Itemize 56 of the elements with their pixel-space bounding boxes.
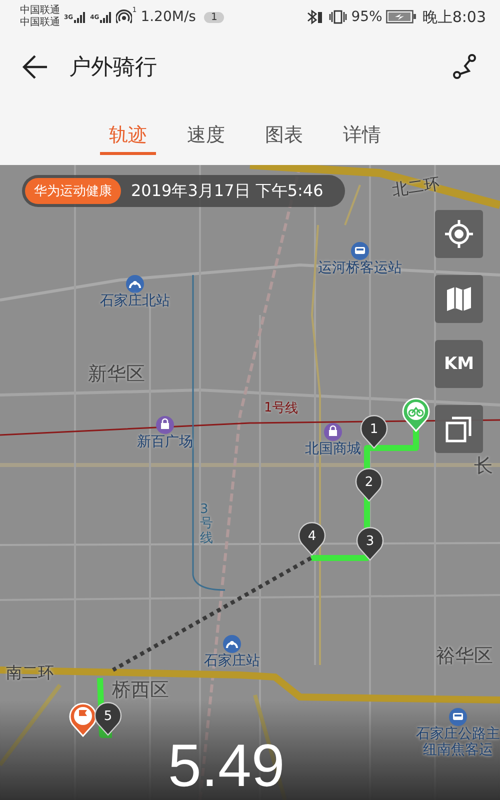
bluetooth-icon xyxy=(307,9,324,25)
back-button[interactable] xyxy=(22,54,49,80)
district-label: 桥西区 xyxy=(112,678,169,703)
route-marker: 2 xyxy=(355,467,383,503)
place-label: 北国商城 xyxy=(305,441,361,457)
locate-button[interactable] xyxy=(435,210,483,258)
subway-line-label: 3号线 xyxy=(200,503,213,546)
route-marker: 3 xyxy=(356,526,384,562)
carrier-name: 中国联通 xyxy=(20,5,60,16)
brand-tag: 华为运动健康 xyxy=(25,178,121,204)
station-icon xyxy=(126,275,144,293)
place-label: 运河桥客运站 xyxy=(318,260,402,276)
locate-icon xyxy=(444,219,474,249)
start-pin-icon xyxy=(402,397,430,433)
tab[interactable]: 图表 xyxy=(256,100,312,155)
unit-button[interactable]: KM xyxy=(435,340,483,388)
layers-button[interactable] xyxy=(435,405,483,453)
clock-time: 晚上8:03 xyxy=(422,8,486,26)
district-label: 新华区 xyxy=(88,362,145,387)
place-label: 新百广场 xyxy=(137,434,193,450)
notification-badge: 1 xyxy=(204,12,224,22)
district-label: 长 xyxy=(474,454,493,479)
route-button[interactable] xyxy=(452,54,478,80)
district-label: 裕华区 xyxy=(436,644,493,669)
battery-percent: 95% xyxy=(351,9,382,25)
place-label: 石家庄北站 xyxy=(100,293,170,309)
battery-charging-icon xyxy=(386,10,416,24)
subway-line-label: 1号线 xyxy=(264,399,299,418)
carrier-name: 中国联通 xyxy=(20,17,60,29)
place-label: 石家庄站 xyxy=(204,653,260,669)
station-icon xyxy=(223,635,241,653)
tab[interactable]: 速度 xyxy=(178,100,234,155)
shopping-bag-icon xyxy=(324,423,342,441)
place-label: 石家庄公路主 纽南焦客运 xyxy=(416,726,500,758)
bus-icon xyxy=(351,242,369,260)
map-type-button[interactable] xyxy=(435,275,483,323)
signal-icon xyxy=(100,12,112,22)
shopping-bag-icon xyxy=(156,416,174,434)
workout-date: 2019年3月17日 下午5:46 xyxy=(131,180,324,202)
layers-icon xyxy=(444,414,474,444)
route-marker: 4 xyxy=(298,521,326,557)
page-title: 户外骑行 xyxy=(69,54,158,82)
tab[interactable]: 详情 xyxy=(334,100,390,155)
vibrate-icon xyxy=(329,9,348,25)
road-label: 北二环 xyxy=(390,174,442,202)
network-speed: 1.20M/s xyxy=(140,9,196,25)
finish-flag-pin-icon xyxy=(69,702,97,738)
route-icon xyxy=(452,54,478,80)
route-marker: 5 xyxy=(94,701,122,737)
signal-icon xyxy=(74,12,86,22)
route-marker: 1 xyxy=(360,414,388,450)
distance-value: 5.49 xyxy=(168,734,285,798)
hotspot-icon xyxy=(116,9,132,25)
bus-icon xyxy=(449,708,467,726)
map-icon xyxy=(444,284,474,314)
back-arrow-icon xyxy=(22,54,49,80)
